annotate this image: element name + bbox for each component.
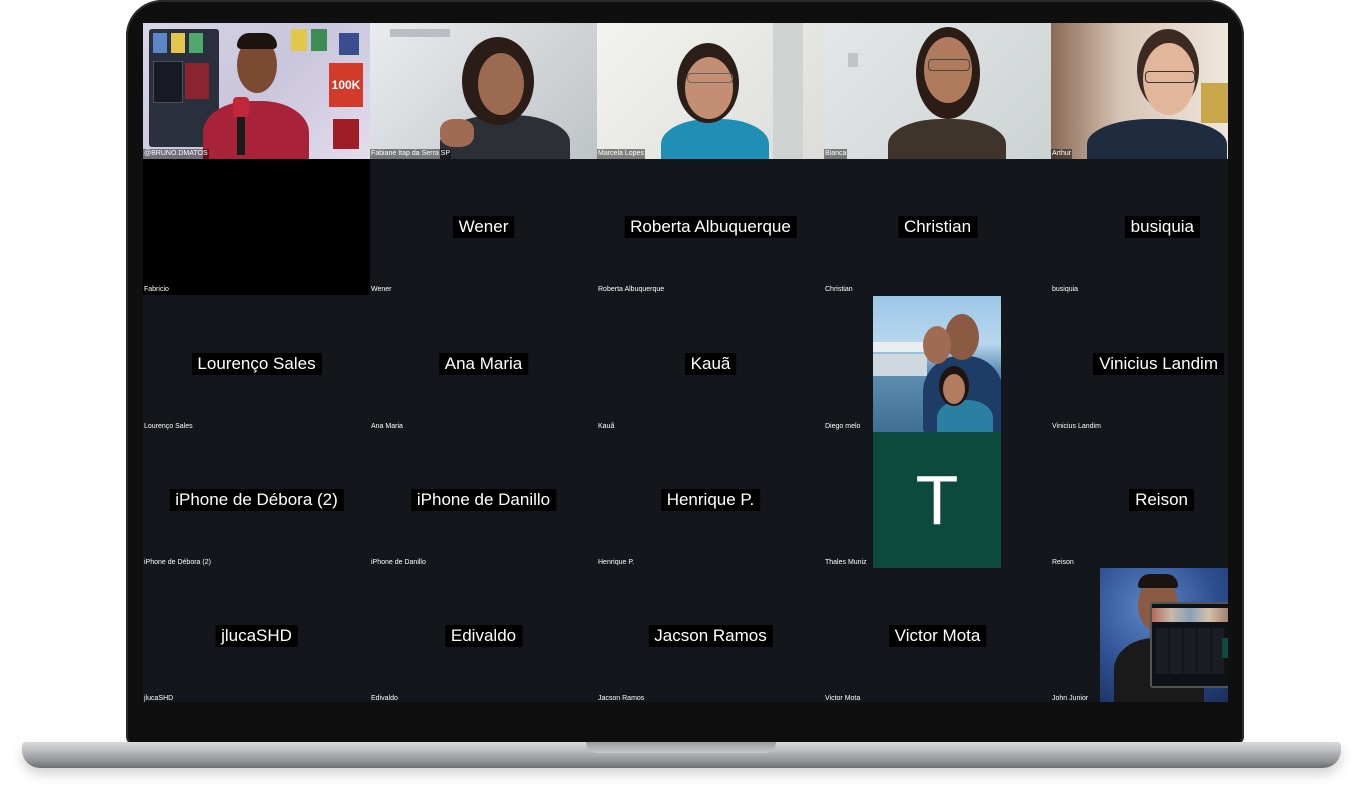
participant-display-name: busiquia xyxy=(1124,216,1200,238)
participant-name-label: Reison xyxy=(1052,559,1074,566)
participant-tile-lourenco[interactable]: Lourenço Sales Lourenço Sales xyxy=(143,296,370,432)
participant-tile-debora[interactable]: iPhone de Débora (2) iPhone de Débora (2… xyxy=(143,432,370,568)
participant-name-label: Jacson Ramos xyxy=(598,695,645,702)
participant-name-label: Roberta Albuquerque xyxy=(598,286,665,293)
participant-display-name: Victor Mota xyxy=(888,625,987,647)
participant-name-label: Diego melo xyxy=(825,423,861,430)
participant-display-name: Vinicius Landim xyxy=(1093,353,1224,375)
participant-tile-arthur[interactable]: Arthur xyxy=(1051,23,1228,159)
participant-name-label: iPhone de Débora (2) xyxy=(144,559,211,566)
participant-name-label: busiquia xyxy=(1052,286,1079,293)
participant-tile-jacson[interactable]: Jacson Ramos Jacson Ramos xyxy=(597,568,824,702)
participant-tile-roberta[interactable]: Roberta Albuquerque Roberta Albuquerque xyxy=(597,159,824,295)
participant-name-label: Marcela Lopes xyxy=(597,149,645,159)
participant-display-name: Henrique P. xyxy=(660,489,761,511)
participant-name-label: Victor Mota xyxy=(825,695,861,702)
participant-tile-wener[interactable]: Wener Wener xyxy=(370,159,597,295)
participant-display-name: Wener xyxy=(452,216,515,238)
backdrop-poster: 100K xyxy=(329,63,363,107)
participant-name-label: Christian xyxy=(825,286,853,293)
participant-tile-henrique[interactable]: Henrique P. Henrique P. xyxy=(597,432,824,568)
video-call-grid: 100K @BRUNO.DMATOS Fabiane Itap da Serra… xyxy=(143,23,1228,702)
laptop-notch xyxy=(586,742,776,753)
participant-name-label: Fabricio xyxy=(144,286,169,293)
participant-tile-vinicius[interactable]: Vinicius Landim Vinicius Landim xyxy=(1051,296,1228,432)
participant-video xyxy=(1051,23,1228,159)
participant-name-label: Thales Muniz xyxy=(825,559,867,566)
participant-display-name: Reison xyxy=(1129,489,1194,511)
participant-tile-kaua[interactable]: Kauã Kauã xyxy=(597,296,824,432)
participant-video xyxy=(370,23,597,159)
participant-tile-diego[interactable]: Diego melo xyxy=(824,296,1051,432)
participant-tile-fabricio[interactable]: Fabricio xyxy=(143,159,370,295)
participant-tile-victor[interactable]: Victor Mota Victor Mota xyxy=(824,568,1051,702)
participant-name-label: jlucaSHD xyxy=(144,695,174,702)
participant-tile-reison[interactable]: Reison Reison xyxy=(1051,432,1228,568)
participant-tile-busiquia[interactable]: busiquia busiquia xyxy=(1051,159,1228,295)
participant-tile-john[interactable]: John Junior xyxy=(1051,568,1228,702)
participant-tile-marcela[interactable]: Marcela Lopes xyxy=(597,23,824,159)
participant-video xyxy=(873,296,1001,432)
participant-display-name: Roberta Albuquerque xyxy=(624,216,797,238)
participant-tile-ana-maria[interactable]: Ana Maria Ana Maria xyxy=(370,296,597,432)
participant-tile-danillo[interactable]: iPhone de Danillo iPhone de Danillo xyxy=(370,432,597,568)
participant-name-label: Kauã xyxy=(598,423,615,430)
participant-video xyxy=(1100,568,1228,702)
participant-tile-fabiane[interactable]: Fabiane Itap da Serra SP xyxy=(370,23,597,159)
participant-video: 100K xyxy=(143,23,370,159)
participant-name-label: John Junior xyxy=(1052,695,1089,702)
participant-display-name: Edivaldo xyxy=(444,625,523,647)
participant-tile-edivaldo[interactable]: Edivaldo Edivaldo xyxy=(370,568,597,702)
participant-display-name: iPhone de Débora (2) xyxy=(169,489,344,511)
participant-video xyxy=(824,23,1051,159)
participant-name-label: Ana Maria xyxy=(371,423,403,430)
participant-tile-bruno[interactable]: 100K @BRUNO.DMATOS xyxy=(143,23,370,159)
participant-name-label: iPhone de Danillo xyxy=(371,559,426,566)
participant-name-label: Edivaldo xyxy=(371,695,398,702)
participant-name-label: Vinicius Landim xyxy=(1052,423,1101,430)
participant-tile-jlucashd[interactable]: jlucaSHD jlucaSHD xyxy=(143,568,370,702)
participant-display-name: Kauã xyxy=(684,353,737,375)
participant-display-name: Lourenço Sales xyxy=(191,353,322,375)
participant-name-label: Fabiane Itap da Serra SP xyxy=(370,149,451,159)
participant-tile-christian[interactable]: Christian Christian xyxy=(824,159,1051,295)
participant-display-name: jlucaSHD xyxy=(215,625,298,647)
participant-display-name: iPhone de Danillo xyxy=(410,489,557,511)
participant-name-label: Arthur xyxy=(1051,149,1073,159)
participant-tile-bianca[interactable]: Bianca xyxy=(824,23,1051,159)
avatar: T xyxy=(873,432,1001,568)
participant-display-name: Jacson Ramos xyxy=(648,625,773,647)
participant-tile-thales[interactable]: T Thales Muniz xyxy=(824,432,1051,568)
participant-name-label: Lourenço Sales xyxy=(144,423,193,430)
participant-display-name: Christian xyxy=(897,216,978,238)
participant-name-label: Henrique P. xyxy=(598,559,635,566)
participant-name-label: Bianca xyxy=(824,149,848,159)
participant-name-label: @BRUNO.DMATOS xyxy=(143,149,209,159)
participant-video xyxy=(597,23,824,159)
participant-name-label: Wener xyxy=(371,286,392,293)
participant-display-name: Ana Maria xyxy=(438,353,529,375)
